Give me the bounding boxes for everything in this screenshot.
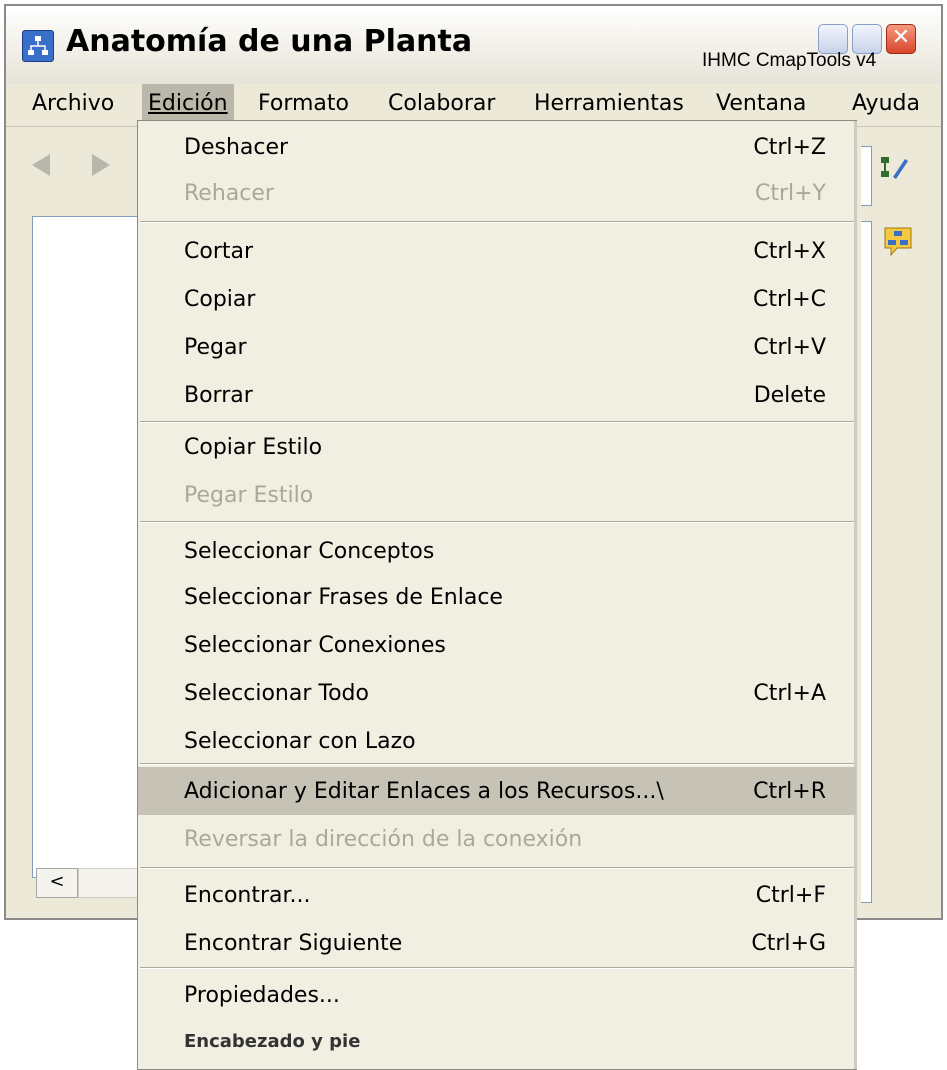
- menu-separator: [140, 763, 854, 765]
- title-bar[interactable]: Anatomía de una Planta ✕: [6, 6, 941, 84]
- search-field-edge[interactable]: [861, 146, 872, 206]
- menu-item-label: Cortar: [184, 238, 254, 264]
- menu-item-encontrar[interactable]: Encontrar... Ctrl+F: [138, 871, 856, 919]
- menu-item-shortcut: Ctrl+Y: [754, 180, 826, 206]
- menu-item-label: Pegar Estilo: [184, 482, 314, 508]
- menu-item-label: Copiar Estilo: [184, 434, 323, 460]
- menu-item-label: Copiar: [184, 286, 256, 312]
- menu-item-copiar-estilo[interactable]: Copiar Estilo: [138, 423, 856, 471]
- menu-item-label: Seleccionar Todo: [184, 680, 369, 706]
- menu-item-label: Seleccionar Frases de Enlace: [184, 584, 503, 610]
- menu-item-shortcut: Ctrl+G: [751, 930, 826, 956]
- menu-item-editar-enlaces[interactable]: Adicionar y Editar Enlaces a los Recurso…: [138, 767, 856, 815]
- menu-item-propiedades[interactable]: Propiedades...: [138, 971, 856, 1019]
- menu-ayuda[interactable]: Ayuda: [846, 84, 926, 126]
- menu-separator: [140, 521, 854, 523]
- menu-item-shortcut: Ctrl+F: [755, 882, 826, 908]
- menu-separator: [140, 967, 854, 969]
- menu-item-pegar[interactable]: Pegar Ctrl+V: [138, 323, 856, 371]
- menu-item-shortcut: Ctrl+C: [753, 286, 826, 312]
- menu-item-seleccionar-lazo[interactable]: Seleccionar con Lazo: [138, 717, 856, 765]
- close-button[interactable]: ✕: [886, 24, 916, 54]
- menu-item-label: Propiedades...: [184, 982, 340, 1008]
- back-arrow-icon[interactable]: [32, 154, 50, 176]
- horizontal-scrollbar[interactable]: [78, 868, 146, 898]
- app-name-label: IHMC CmapTools v4: [702, 50, 877, 71]
- menu-item-shortcut: Delete: [753, 382, 826, 408]
- menu-item-label: Deshacer: [184, 134, 289, 160]
- edit-menu-dropdown: Deshacer Ctrl+Z Rehacer Ctrl+Y Cortar Ct…: [137, 120, 857, 1070]
- menu-item-label: Seleccionar Conceptos: [184, 538, 435, 564]
- menu-edicion-label: Edición: [148, 91, 228, 116]
- menu-archivo[interactable]: Archivo: [26, 84, 120, 126]
- menu-item-shortcut: Ctrl+A: [753, 680, 826, 706]
- edit-map-icon[interactable]: [878, 152, 910, 184]
- menu-item-encontrar-siguiente[interactable]: Encontrar Siguiente Ctrl+G: [138, 919, 856, 967]
- menu-item-rehacer: Rehacer Ctrl+Y: [138, 169, 856, 217]
- menu-item-seleccionar-frases[interactable]: Seleccionar Frases de Enlace: [138, 573, 856, 621]
- menu-item-encabezado-pie[interactable]: Encabezado y pie: [138, 1017, 856, 1065]
- menu-item-seleccionar-conceptos[interactable]: Seleccionar Conceptos: [138, 527, 856, 575]
- window-title: Anatomía de una Planta: [66, 24, 473, 59]
- discussion-icon[interactable]: [882, 226, 914, 258]
- menu-item-label: Pegar: [184, 334, 247, 360]
- menu-item-borrar[interactable]: Borrar Delete: [138, 371, 856, 419]
- menu-item-seleccionar-conexiones[interactable]: Seleccionar Conexiones: [138, 621, 856, 669]
- menu-item-label: Encontrar...: [184, 882, 311, 908]
- menu-item-shortcut: Ctrl+V: [753, 334, 826, 360]
- menu-item-pegar-estilo: Pegar Estilo: [138, 471, 856, 519]
- scroll-left-button[interactable]: <: [36, 868, 78, 898]
- menu-separator: [140, 867, 854, 869]
- cmap-app-icon: [22, 30, 54, 62]
- menu-item-label: Adicionar y Editar Enlaces a los Recurso…: [184, 778, 664, 804]
- forward-arrow-icon[interactable]: [92, 154, 110, 176]
- map-canvas-edge[interactable]: [861, 221, 872, 903]
- menu-separator: [140, 221, 854, 223]
- menu-item-seleccionar-todo[interactable]: Seleccionar Todo Ctrl+A: [138, 669, 856, 717]
- menu-item-shortcut: Ctrl+R: [753, 778, 826, 804]
- menu-item-reversar-direccion: Reversar la dirección de la conexión: [138, 815, 856, 863]
- menu-item-label: Borrar: [184, 382, 253, 408]
- menu-item-cortar[interactable]: Cortar Ctrl+X: [138, 227, 856, 275]
- views-panel[interactable]: [32, 216, 144, 878]
- menu-item-copiar[interactable]: Copiar Ctrl+C: [138, 275, 856, 323]
- menu-item-label: Rehacer: [184, 180, 274, 206]
- menu-item-shortcut: Ctrl+X: [753, 238, 826, 264]
- menu-item-label: Encontrar Siguiente: [184, 930, 403, 956]
- menu-item-label: Reversar la dirección de la conexión: [184, 826, 583, 852]
- menu-item-label: Encabezado y pie: [184, 1030, 361, 1052]
- menu-item-shortcut: Ctrl+Z: [753, 134, 826, 160]
- menu-item-label: Seleccionar con Lazo: [184, 728, 416, 754]
- menu-item-label: Seleccionar Conexiones: [184, 632, 446, 658]
- menu-item-deshacer[interactable]: Deshacer Ctrl+Z: [138, 123, 856, 171]
